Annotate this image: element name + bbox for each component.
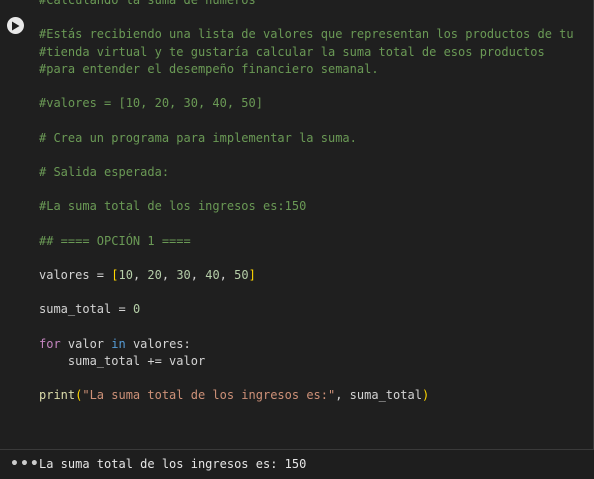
code-token: # Crea un programa para implementar la s… <box>39 130 357 145</box>
code-token: #tienda virtual y te gustaría calcular l… <box>39 44 545 59</box>
code-token: , <box>190 268 206 282</box>
run-cell-button[interactable] <box>7 17 24 34</box>
code-token: suma_total <box>39 302 112 317</box>
code-token: print <box>39 388 76 403</box>
code-token: valores <box>39 268 90 282</box>
code-token: suma_total += valor <box>39 353 206 368</box>
code-token: , suma_total <box>335 388 422 403</box>
code-content: #Calculando la suma de números #Estás re… <box>39 0 574 405</box>
code-token: = <box>89 268 112 282</box>
more-horizontal-icon[interactable]: ••• <box>10 456 40 472</box>
code-line: # Salida esperada: <box>39 164 574 181</box>
code-token: #valores = [10, 20, 30, 40, 50] <box>39 96 263 111</box>
code-line: #tienda virtual y te gustaría calcular l… <box>39 44 574 61</box>
code-token: ## ==== OPCIÓN 1 ==== <box>39 233 191 248</box>
code-line: for valor in valores: <box>39 336 574 353</box>
code-token: 40 <box>205 268 220 282</box>
code-token: ] <box>248 268 256 282</box>
cell-output: ••• La suma total de los ingresos es: 15… <box>0 449 594 479</box>
code-line: #valores = [10, 20, 30, 40, 50] <box>39 95 574 112</box>
output-text: La suma total de los ingresos es: 150 <box>39 457 307 471</box>
code-token: valor <box>60 336 112 351</box>
code-token: #para entender el desempeño financiero s… <box>39 61 379 76</box>
code-line: suma_total = 0 <box>39 301 574 318</box>
code-token: 20 <box>147 268 162 282</box>
code-token: 10 <box>118 268 133 282</box>
code-line: ## ==== OPCIÓN 1 ==== <box>39 233 574 250</box>
code-token: 50 <box>234 268 249 282</box>
code-token: #Estás recibiendo una lista de valores q… <box>39 27 574 42</box>
code-token: in <box>111 336 126 351</box>
code-line: #para entender el desempeño financiero s… <box>39 61 574 78</box>
code-line: # Crea un programa para implementar la s… <box>39 130 574 147</box>
notebook-cell: #Calculando la suma de números #Estás re… <box>0 0 594 479</box>
code-token: "La suma total de los ingresos es:" <box>82 388 336 403</box>
code-token: #La suma total de los ingresos es:150 <box>39 199 307 214</box>
code-token: #Calculando la suma de números <box>39 0 256 7</box>
code-token: , <box>219 268 235 282</box>
code-token: , <box>132 268 148 282</box>
code-token: valores: <box>125 336 191 351</box>
code-line: #Estás recibiendo una lista de valores q… <box>39 26 574 43</box>
code-token: # Salida esperada: <box>39 164 170 179</box>
code-editor[interactable]: #Calculando la suma de números #Estás re… <box>0 0 594 449</box>
code-token: ) <box>421 388 430 403</box>
code-line: print("La suma total de los ingresos es:… <box>39 387 574 404</box>
code-line: valores = [10, 20, 30, 40, 50] <box>39 267 574 284</box>
code-token: 0 <box>132 302 141 317</box>
code-token: for <box>39 336 61 351</box>
play-icon <box>12 21 20 30</box>
code-token: [ <box>111 268 119 282</box>
code-line: #Calculando la suma de números <box>39 0 574 9</box>
code-line: #La suma total de los ingresos es:150 <box>39 198 574 215</box>
code-token: 30 <box>176 268 191 282</box>
code-token: = <box>111 302 133 317</box>
code-line: suma_total += valor <box>39 353 574 370</box>
code-token: , <box>161 268 177 282</box>
